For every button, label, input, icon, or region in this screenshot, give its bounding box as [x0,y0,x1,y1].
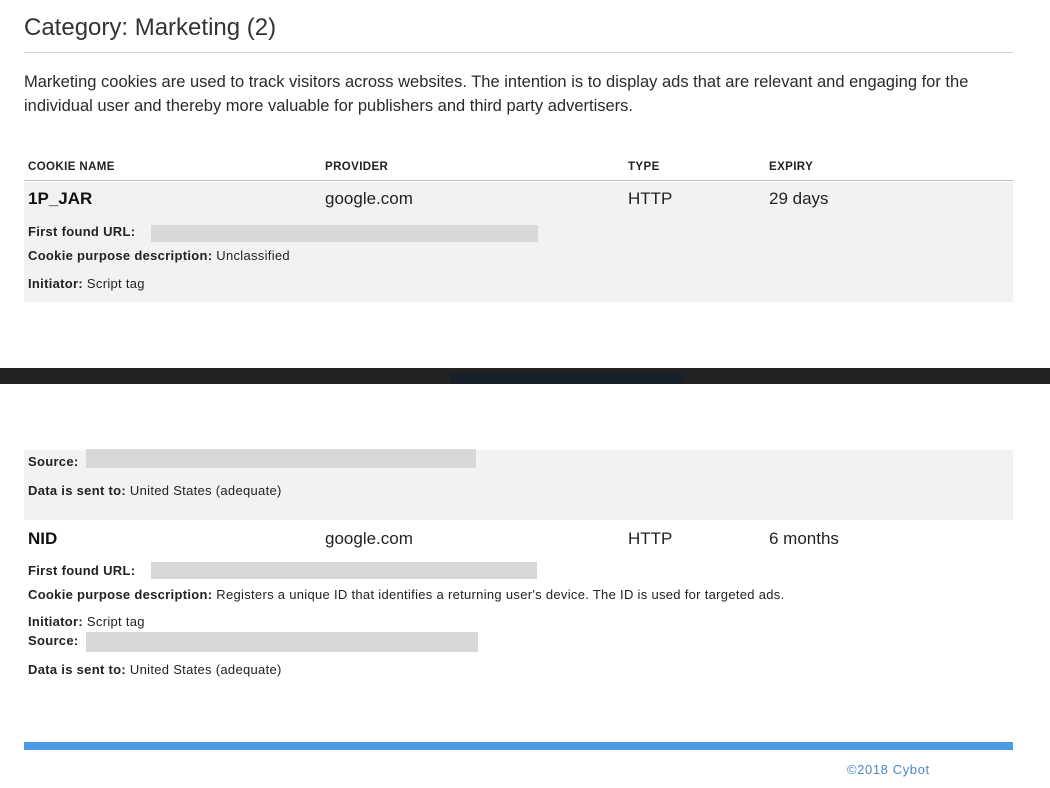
redacted-source [86,449,476,468]
cookie-row-1p-jar [24,182,1013,302]
title-divider [24,52,1013,53]
cookie-expiry: 29 days [769,189,829,208]
initiator-line: Initiator: Script tag [28,614,145,629]
cookie-provider: google.com [325,189,413,208]
sent-to-line: Data is sent to: United States (adequate… [28,483,282,498]
cookie-name: NID [28,529,58,548]
initiator-value: Script tag [86,614,145,629]
category-title: Category: Marketing (2) [24,14,277,41]
purpose-line: Cookie purpose description: Unclassified [28,248,290,263]
column-header-type: TYPE [628,161,660,173]
initiator-value: Script tag [86,276,145,291]
redacted-source [86,632,478,652]
redacted-url [151,225,538,242]
footer-accent-bar [24,742,1013,750]
column-header-cookie-name: COOKIE NAME [28,161,115,173]
redacted-url [151,562,537,579]
purpose-line: Cookie purpose description: Registers a … [28,587,785,602]
purpose-value: Registers a unique ID that identifies a … [216,587,785,602]
sent-to-value: United States (adequate) [129,483,282,498]
column-header-expiry: EXPIRY [769,161,814,173]
sent-to-line: Data is sent to: United States (adequate… [28,662,282,677]
cookie-provider: google.com [325,529,413,548]
copyright-link[interactable]: ©2018 Cybot [847,762,930,777]
first-found-url-label: First found URL: [28,224,136,239]
first-found-url-label: First found URL: [28,563,136,578]
band-tab [450,373,683,384]
source-label: Source: [28,633,79,648]
column-header-provider: PROVIDER [325,161,389,173]
purpose-value: Unclassified [216,248,290,263]
source-label: Source: [28,454,79,469]
category-description: Marketing cookies are used to track visi… [24,73,969,115]
sent-to-value: United States (adequate) [129,662,282,677]
initiator-line: Initiator: Script tag [28,276,145,291]
cookie-type: HTTP [628,189,673,208]
cookie-expiry: 6 months [769,529,839,548]
cookie-name: 1P_JAR [28,189,93,208]
cookie-type: HTTP [628,529,673,548]
table-header-divider [24,180,1013,181]
